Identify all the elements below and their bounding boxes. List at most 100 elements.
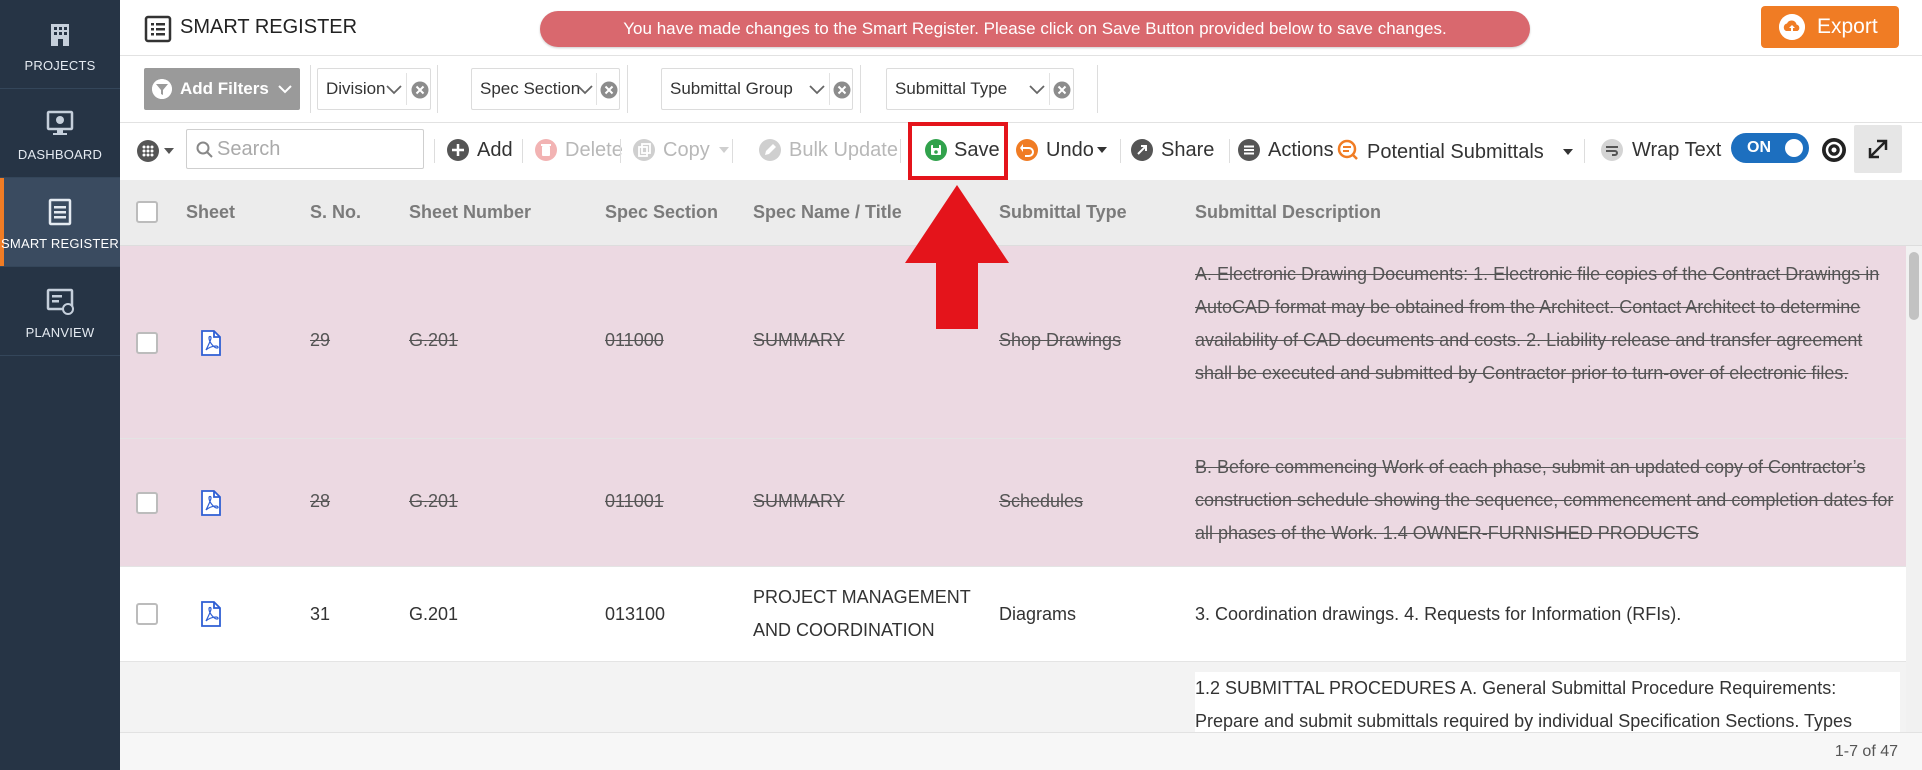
gear-icon[interactable] — [1820, 136, 1848, 164]
wrap-text-icon — [1601, 139, 1623, 161]
search-box[interactable] — [186, 129, 424, 169]
divider — [900, 139, 901, 163]
pdf-icon[interactable] — [200, 601, 222, 627]
wrap-text-label: Wrap Text — [1632, 139, 1722, 161]
sidebar: PROJECTS DASHBOARD SMART REGISTER PLANVI… — [0, 0, 120, 770]
table-row[interactable]: 28 G.201 011001 SUMMARY Schedules B. Bef… — [120, 439, 1906, 567]
cloud-upload-icon — [1779, 14, 1805, 40]
scrollbar-thumb[interactable] — [1909, 252, 1919, 320]
copy-label: Copy — [663, 139, 710, 161]
chevron-down-icon — [809, 85, 825, 95]
cell-s-no: 31 — [310, 604, 331, 624]
vertical-scrollbar[interactable] — [1906, 246, 1922, 732]
filter-division[interactable]: Division — [317, 68, 431, 110]
filter-bar: Add Filters Division Spec Section Submit… — [120, 57, 1922, 123]
cell-s-no: 29 — [310, 330, 331, 350]
grid-menu-button[interactable] — [136, 137, 180, 165]
sidebar-item-dashboard[interactable]: DASHBOARD — [0, 89, 120, 178]
cell-spec-name: SUMMARY — [753, 491, 845, 511]
cell-submittal-type: Schedules — [999, 491, 1084, 511]
divider — [406, 73, 407, 105]
cell-spec-name: SUMMARY — [753, 330, 845, 350]
table-row[interactable]: 31 G.201 013100 PROJECT MANAGEMENT AND C… — [120, 567, 1906, 662]
cell-spec-section: 011000 — [605, 330, 664, 350]
save-label: Save — [954, 139, 1000, 161]
page-title: SMART REGISTER — [180, 16, 358, 38]
cell-submittal-type: Shop Drawings — [999, 330, 1122, 350]
divider — [732, 139, 733, 163]
filter-label: Submittal Group — [670, 79, 793, 98]
table-row[interactable]: 29 G.201 011000 SUMMARY Shop Drawings A.… — [120, 246, 1906, 439]
submittal-grid: Sheet S. No. Sheet Number Spec Section S… — [120, 180, 1922, 732]
potential-submittals-label: Potential Submittals — [1367, 141, 1544, 163]
unsaved-changes-alert: You have made changes to the Smart Regis… — [540, 11, 1530, 47]
divider — [1097, 65, 1098, 113]
column-header-s-no[interactable]: S. No. — [310, 202, 361, 223]
filter-label: Division — [326, 79, 386, 98]
search-icon — [196, 141, 213, 158]
cell-submittal-description: 3. Coordination drawings. 4. Requests fo… — [1195, 604, 1682, 624]
pdf-icon[interactable] — [200, 330, 222, 356]
undo-icon — [1016, 139, 1038, 161]
row-checkbox[interactable] — [136, 332, 158, 354]
search-input[interactable] — [217, 136, 417, 162]
copy-icon — [633, 139, 655, 161]
sidebar-item-planview[interactable]: PLANVIEW — [0, 267, 120, 356]
divider — [1584, 139, 1585, 163]
table-row[interactable]: 1.2 SUBMITTAL PROCEDURES A. General Subm… — [120, 662, 1906, 732]
add-filters-label: Add Filters — [180, 79, 269, 98]
sidebar-item-label: SMART REGISTER — [1, 236, 119, 251]
cell-s-no: 28 — [310, 491, 331, 511]
register-icon — [144, 15, 172, 43]
building-icon — [51, 24, 69, 46]
cell-sheet-number: G.201 — [409, 491, 459, 511]
sidebar-item-projects[interactable]: PROJECTS — [0, 0, 120, 89]
caret-down-icon — [1563, 149, 1573, 155]
cell-spec-section: 013100 — [605, 604, 666, 624]
chevron-down-icon — [386, 85, 402, 95]
filter-submittal-group[interactable]: Submittal Group — [661, 68, 853, 110]
clear-filter-icon[interactable] — [410, 80, 430, 100]
pdf-icon[interactable] — [200, 490, 222, 516]
cell-sheet-number: G.201 — [409, 604, 459, 624]
wrap-text-toggle[interactable]: ON — [1731, 133, 1809, 163]
column-header-spec-name[interactable]: Spec Name / Title — [753, 202, 902, 223]
column-header-submittal-description[interactable]: Submittal Description — [1195, 202, 1381, 223]
add-filters-button[interactable]: Add Filters — [144, 68, 300, 110]
sidebar-item-label: PLANVIEW — [25, 325, 95, 340]
divider — [437, 65, 438, 113]
filter-spec-section[interactable]: Spec Section — [471, 68, 620, 110]
edit-icon — [759, 139, 781, 161]
register-icon — [48, 198, 72, 226]
chevron-down-icon — [278, 85, 292, 94]
clear-filter-icon[interactable] — [599, 80, 619, 100]
column-header-submittal-type[interactable]: Submittal Type — [999, 202, 1127, 223]
clear-filter-icon[interactable] — [1052, 80, 1072, 100]
select-all-checkbox[interactable] — [136, 201, 158, 223]
cell-submittal-description: B. Before commencing Work of each phase,… — [1195, 457, 1894, 543]
bulk-update-label: Bulk Update — [789, 139, 898, 161]
divider — [522, 139, 523, 163]
export-label: Export — [1817, 15, 1878, 38]
column-header-sheet-number[interactable]: Sheet Number — [409, 202, 531, 223]
undo-label: Undo — [1046, 139, 1094, 161]
row-checkbox[interactable] — [136, 603, 158, 625]
add-label: Add — [477, 139, 513, 161]
planview-icon — [46, 288, 74, 315]
column-header-spec-section[interactable]: Spec Section — [605, 202, 718, 223]
filter-submittal-type[interactable]: Submittal Type — [886, 68, 1074, 110]
export-button[interactable]: Export — [1761, 6, 1899, 48]
sidebar-item-label: DASHBOARD — [17, 147, 103, 162]
row-checkbox[interactable] — [136, 492, 158, 514]
clear-filter-icon[interactable] — [832, 80, 852, 100]
sidebar-item-smart-register[interactable]: SMART REGISTER — [0, 178, 120, 267]
toggle-knob — [1785, 139, 1803, 157]
divider — [627, 65, 628, 113]
filter-label: Submittal Type — [895, 79, 1008, 98]
list-icon — [1238, 139, 1260, 161]
cell-sheet-number: G.201 — [409, 330, 459, 350]
fullscreen-button[interactable] — [1854, 125, 1902, 173]
add-icon — [447, 139, 469, 161]
toggle-label: ON — [1747, 139, 1771, 156]
column-header-sheet[interactable]: Sheet — [186, 202, 235, 223]
